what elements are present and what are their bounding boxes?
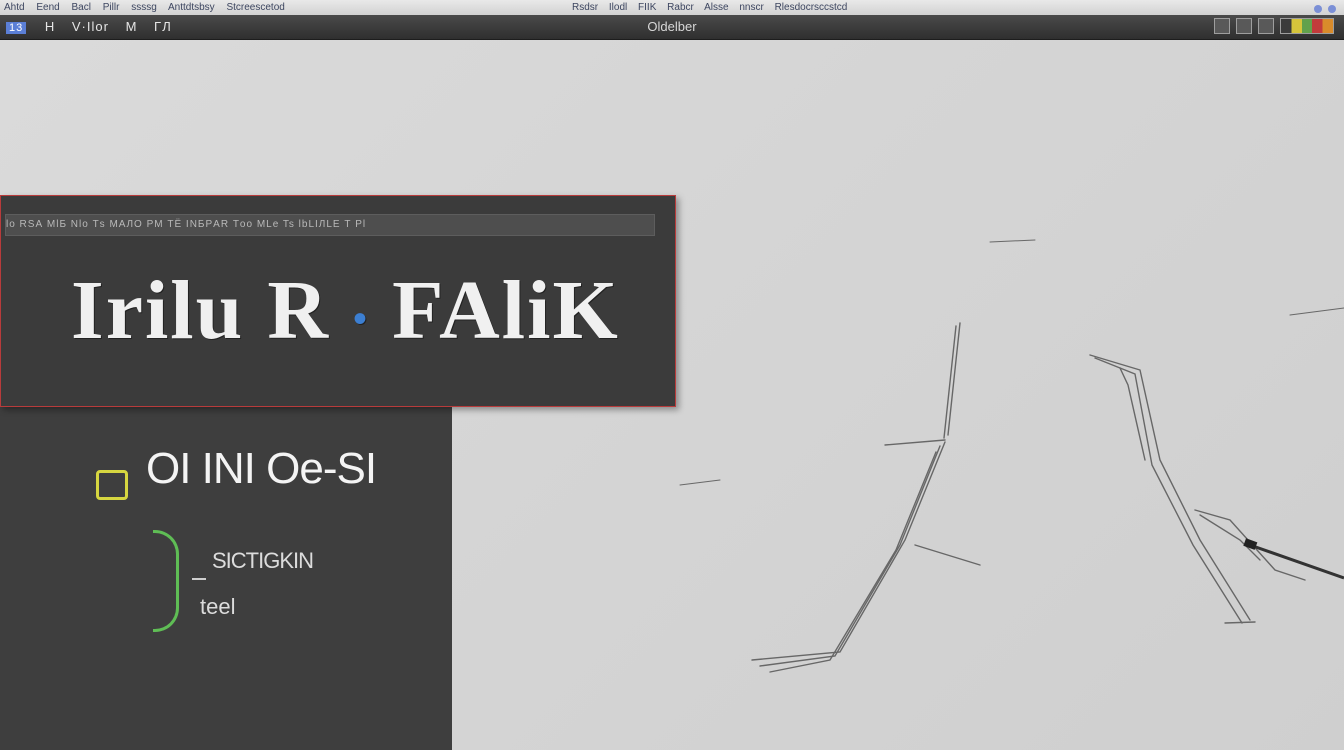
- menu-item[interactable]: FIIK: [638, 2, 656, 13]
- top-menu-bar: Ahtd Eend Bacl Pillr ssssg Anttdtsbsy St…: [0, 0, 1344, 16]
- bracket-tick: [192, 578, 206, 580]
- banner-heading-left: Irilu: [71, 264, 268, 357]
- accent-mark: •: [353, 296, 370, 342]
- banner-toolbar[interactable]: lo RSА MlБ Nlo Тs MAЛО PM ТЁ INБРAR Тoo …: [5, 214, 655, 236]
- knob-icon[interactable]: [96, 470, 128, 500]
- status-dot-icon[interactable]: [1328, 5, 1336, 13]
- status-dot-icon[interactable]: [1314, 5, 1322, 13]
- menu-item[interactable]: Bacl: [72, 2, 91, 13]
- panel-label: teel: [200, 594, 236, 619]
- title-banner: lo RSА MlБ Nlo Тs MAЛО PM ТЁ INБРAR Тoo …: [0, 195, 676, 407]
- menu-item[interactable]: Anttdtsbsy: [168, 2, 215, 13]
- menu-item[interactable]: nnscr: [739, 2, 763, 13]
- menu-item[interactable]: Eend: [36, 2, 59, 13]
- menu-item[interactable]: Stcreescetod: [226, 2, 284, 13]
- banner-heading: Irilu R • FAliK: [71, 262, 620, 359]
- banner-heading-right: FAliK: [369, 264, 620, 357]
- menu-item[interactable]: Rlesdocrsccstcd: [775, 2, 848, 13]
- color-swatch-icon[interactable]: [1280, 18, 1334, 34]
- menu-left: Ahtd Eend Bacl Pillr ssssg Anttdtsbsy St…: [4, 0, 294, 15]
- panel-subtitle: SICTIGKIN: [212, 548, 314, 573]
- menu-item[interactable]: ssssg: [131, 2, 157, 13]
- window-title: Oldelber: [647, 19, 697, 34]
- pen-icon: [1249, 543, 1344, 580]
- bracket-shape: [153, 530, 179, 632]
- banner-heading-mid: R: [267, 264, 331, 357]
- edit-icon[interactable]: [1236, 18, 1252, 34]
- panel-heading: OI INI Oe-SI: [146, 444, 377, 493]
- menu-center: Rsdsr Ilodl FIIK Rabcr Alsse nnscr Rlesd…: [572, 0, 855, 15]
- menu-item[interactable]: Ahtd: [4, 2, 25, 13]
- window-controls: [1214, 18, 1334, 34]
- record-icon[interactable]: [1214, 18, 1230, 34]
- panel-icon[interactable]: [1258, 18, 1274, 34]
- menu-item[interactable]: Rsdsr: [572, 2, 598, 13]
- window-title-bar: 13 H V·Ilor M ΓЛ Oldelber: [0, 15, 1344, 40]
- menu-item[interactable]: Rabcr: [667, 2, 694, 13]
- menu-item[interactable]: Alsse: [704, 2, 728, 13]
- menu-item[interactable]: Pillr: [103, 2, 120, 13]
- menu-item[interactable]: Ilodl: [609, 2, 627, 13]
